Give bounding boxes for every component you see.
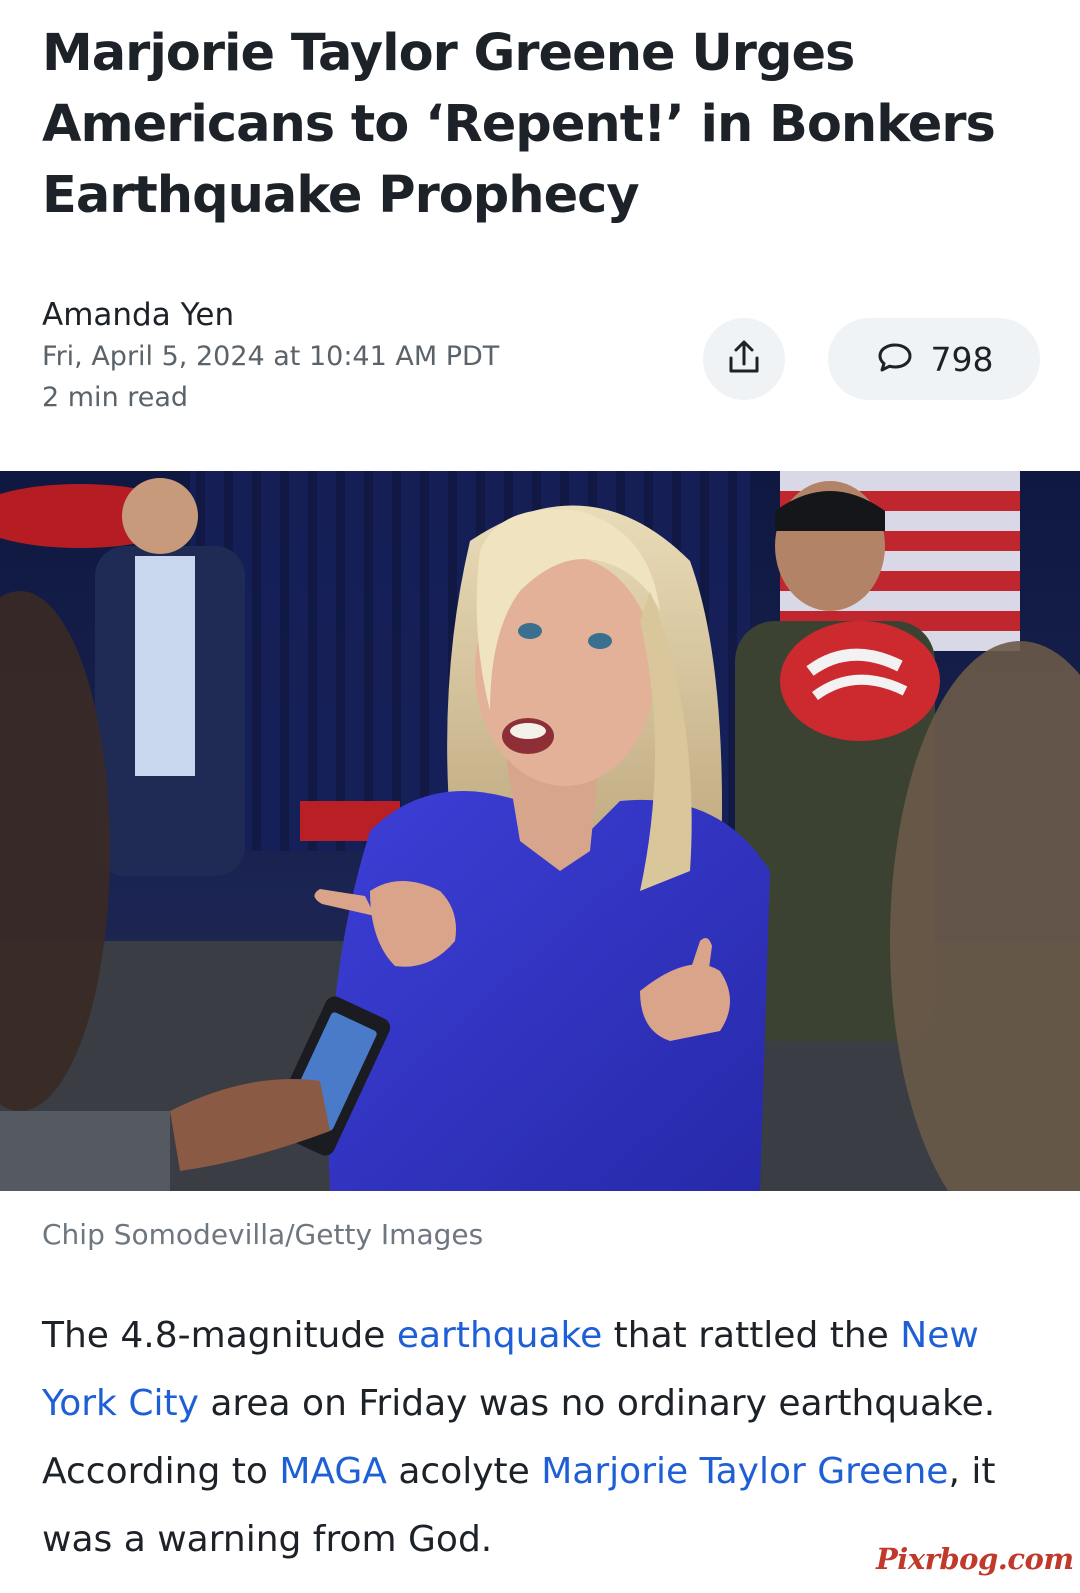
image-caption: Chip Somodevilla/Getty Images (42, 1218, 484, 1251)
comment-bubble-icon (875, 337, 915, 381)
comments-button[interactable]: 798 (828, 318, 1040, 400)
article-hero-image[interactable] (0, 471, 1080, 1191)
publish-date: Fri, April 5, 2024 at 10:41 AM PDT (42, 341, 500, 372)
body-text: The 4.8-magnitude (42, 1315, 397, 1356)
author-name[interactable]: Amanda Yen (42, 294, 662, 336)
link-maga[interactable]: MAGA (279, 1451, 387, 1492)
byline: Amanda Yen Fri, April 5, 2024 at 10:41 A… (42, 294, 662, 418)
watermark-text: Pixrbog.com (876, 1542, 1074, 1576)
article-headline: Marjorie Taylor Greene Urges Americans t… (42, 24, 996, 225)
article-body-paragraph: The 4.8-magnitude earthquake that rattle… (42, 1302, 1052, 1574)
share-button[interactable] (703, 318, 785, 400)
body-text: that rattled the (602, 1315, 901, 1356)
share-icon (724, 337, 764, 381)
read-time: 2 min read (42, 382, 189, 413)
link-earthquake[interactable]: earthquake (397, 1315, 602, 1356)
link-marjorie-taylor-greene[interactable]: Marjorie Taylor Greene (541, 1451, 948, 1492)
body-text: acolyte (386, 1451, 542, 1492)
comment-count: 798 (930, 339, 994, 379)
